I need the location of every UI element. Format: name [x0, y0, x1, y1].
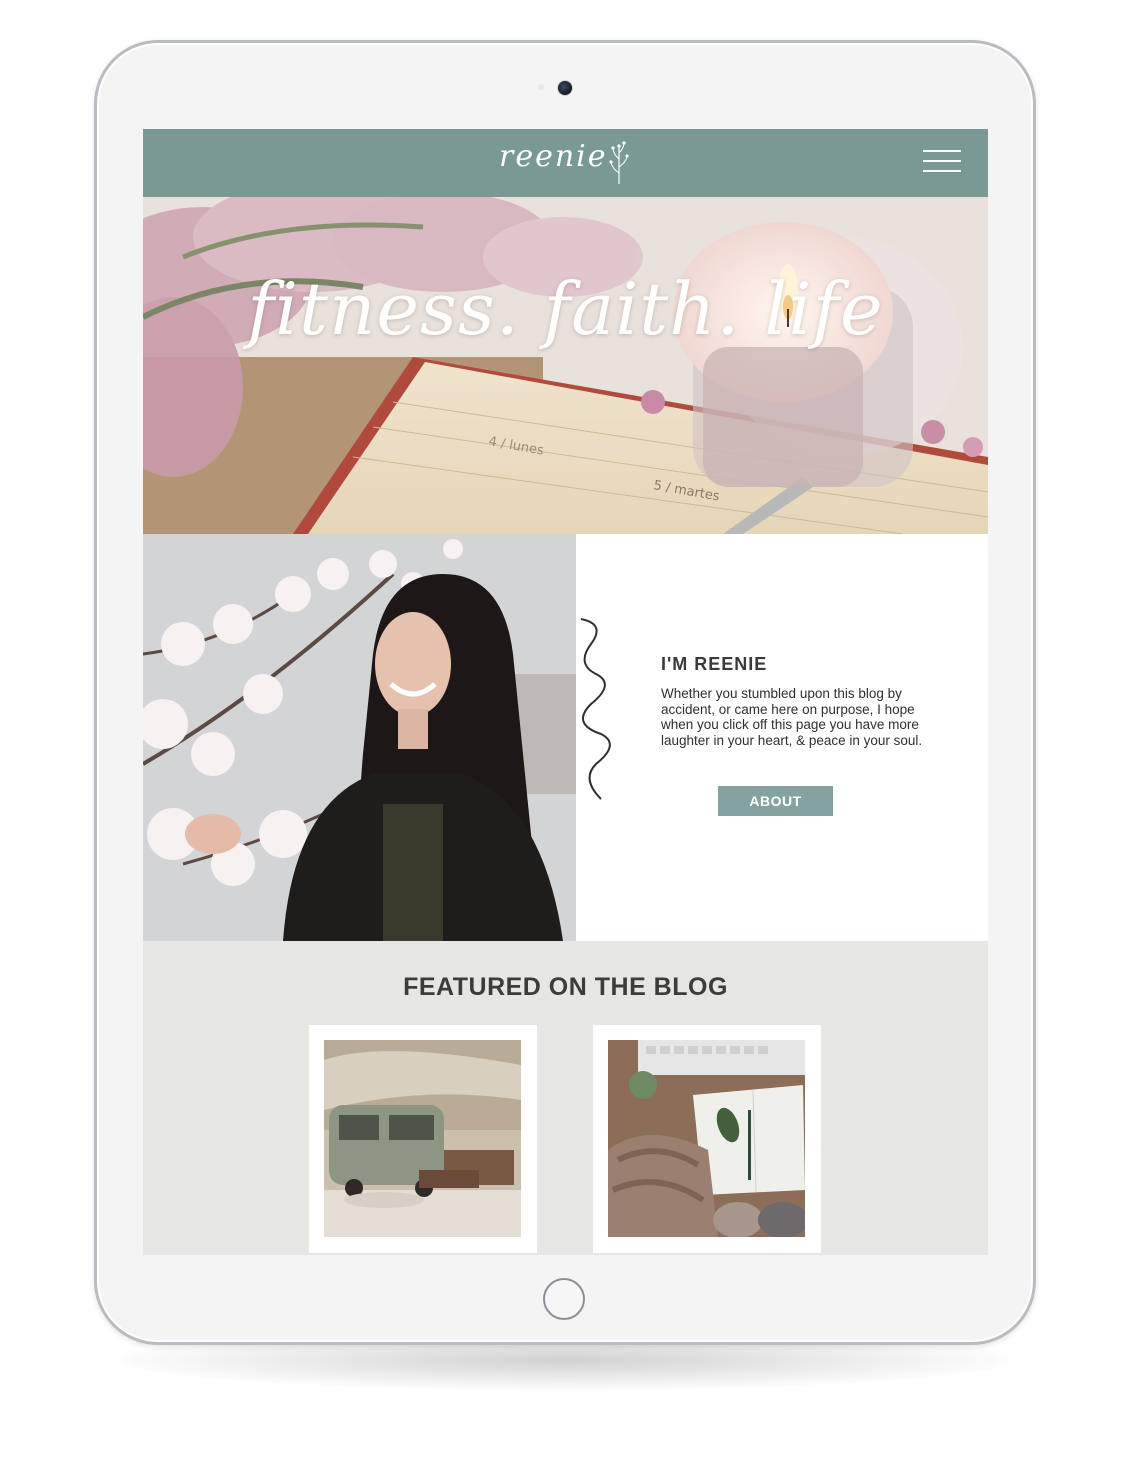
site-logo[interactable]: reenie [499, 139, 608, 174]
front-camera-icon [557, 80, 573, 96]
blog-card[interactable] [593, 1025, 821, 1253]
hero-photo: 4 / lunes 5 / martes [143, 197, 988, 534]
about-body-text: Whether you stumbled upon this blog by a… [661, 686, 923, 748]
portrait-photo [143, 534, 576, 941]
about-button[interactable]: ABOUT [718, 786, 833, 816]
website-screen: reenie 4 / lunes 5 / martes fitness. fai… [143, 129, 988, 1255]
featured-section: FEATURED ON THE BLOG [143, 941, 988, 1255]
sprig-icon [609, 141, 629, 184]
device-stage: reenie 4 / lunes 5 / martes fitness. fai… [0, 0, 1130, 1462]
hamburger-menu-icon[interactable] [923, 150, 961, 174]
home-button[interactable] [543, 1278, 585, 1320]
site-header: reenie [143, 129, 988, 197]
hero-banner: 4 / lunes 5 / martes fitness. faith. lif… [143, 197, 988, 534]
hero-tagline: fitness. faith. life [247, 267, 884, 351]
blog-card[interactable] [309, 1025, 537, 1253]
blog-thumbnail [324, 1040, 521, 1237]
featured-heading: FEATURED ON THE BLOG [403, 973, 728, 1001]
blog-thumbnail [608, 1040, 805, 1237]
welcome-script-ornament [580, 618, 611, 800]
about-heading: I'M REENIE [661, 654, 768, 674]
sensor-dot [538, 84, 544, 90]
welcome-section: welcome I'M REENIE Whether you stumbled … [143, 534, 988, 941]
